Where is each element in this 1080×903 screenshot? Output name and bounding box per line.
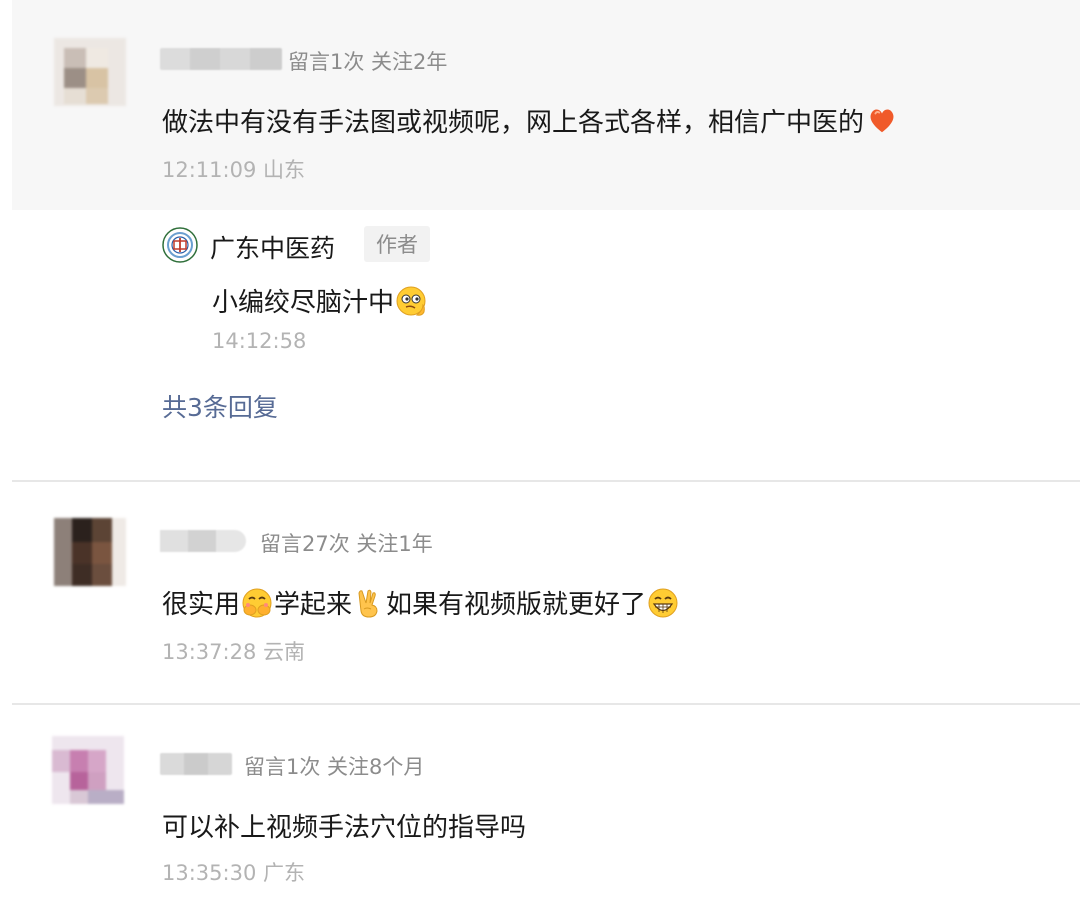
author-badge: 作者: [364, 226, 430, 262]
giggle-emoji: [242, 588, 272, 617]
comment-time: 12:11:09 山东: [162, 158, 305, 182]
reply-author-name[interactable]: 广东中医药: [210, 229, 335, 265]
victory-hand-emoji: [358, 589, 378, 618]
author-logo-icon[interactable]: [162, 227, 198, 263]
comment-meta: 留言1次 关注8个月: [244, 755, 425, 779]
grin-emoji: [648, 588, 678, 617]
comment-text: 很实用 学起来 如果有视频版就更好了: [162, 584, 680, 621]
comment-time: 13:37:28 云南: [162, 640, 305, 664]
view-more-replies-link[interactable]: 共3条回复: [162, 388, 278, 424]
divider: [12, 480, 1080, 482]
comment-text: 可以补上视频手法穴位的指导吗: [162, 813, 527, 843]
thinking-face-emoji: [396, 286, 426, 316]
heart-emoji: [870, 108, 894, 132]
reply-text: 小编绞尽脑汁中: [212, 282, 428, 319]
comment-text: 做法中有没有手法图或视频呢，网上各式各样，相信广中医的: [162, 102, 900, 139]
comment-meta: 留言27次 关注1年: [260, 532, 433, 556]
reply-time: 14:12:58: [212, 329, 307, 353]
nickname-blurred: [160, 753, 232, 775]
avatar[interactable]: [54, 518, 126, 586]
nickname-blurred: [160, 48, 282, 70]
avatar[interactable]: [54, 38, 126, 106]
comment-meta: 留言1次 关注2年: [288, 50, 448, 74]
nickname-blurred: [160, 530, 246, 552]
comment-item-1: 留言1次 关注2年 做法中有没有手法图或视频呢，网上各式各样，相信广中医的 12…: [12, 0, 1080, 210]
divider: [12, 703, 1080, 705]
avatar[interactable]: [52, 736, 124, 804]
comment-time: 13:35:30 广东: [162, 861, 305, 885]
